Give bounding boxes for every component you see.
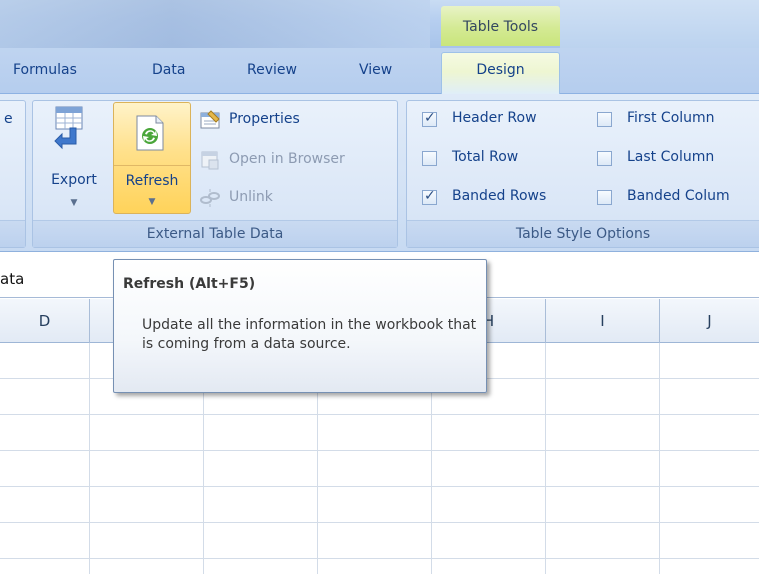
title-bar: Table Tools [0, 0, 759, 48]
table-tools-label: Table Tools [462, 19, 539, 35]
header-row-checkbox[interactable]: ✓ [422, 110, 437, 127]
title-bar-right [560, 0, 759, 48]
checkmark-icon: ✓ [424, 188, 436, 204]
tab-view[interactable]: View [359, 62, 392, 78]
tab-formulas[interactable]: Formulas [13, 62, 77, 78]
last-column-label: Last Column [627, 149, 715, 165]
ribbon-group-previous-footer [0, 220, 25, 247]
export-label: Export [51, 172, 97, 188]
external-table-data-label: External Table Data [33, 220, 397, 247]
tab-review[interactable]: Review [247, 62, 297, 78]
table-tools-context-group: Table Tools [441, 6, 560, 46]
previous-group-cut-label: e [4, 111, 13, 127]
column-header-i[interactable]: I [545, 299, 659, 343]
tab-data[interactable]: Data [152, 62, 185, 78]
last-column-checkbox[interactable] [597, 151, 612, 166]
tab-design[interactable]: Design [441, 52, 560, 95]
tab-design-label: Design [476, 62, 525, 78]
column-header-j[interactable]: J [659, 299, 759, 343]
unlink-icon [200, 189, 220, 207]
open-in-browser-button[interactable]: Open in Browser [199, 149, 394, 173]
export-table-icon [54, 106, 83, 150]
total-row-label: Total Row [452, 149, 519, 165]
name-box[interactable]: ata [0, 270, 24, 288]
banded-columns-checkbox[interactable] [597, 190, 612, 205]
export-button[interactable]: Export ▼ [40, 102, 108, 214]
grid-row-line [0, 414, 759, 415]
open-in-browser-label: Open in Browser [229, 151, 345, 167]
grid-row-line [0, 486, 759, 487]
properties-label: Properties [229, 111, 300, 127]
total-row-checkbox[interactable] [422, 151, 437, 166]
checkmark-icon: ✓ [424, 110, 436, 126]
banded-rows-label: Banded Rows [452, 188, 547, 204]
properties-icon [200, 110, 220, 129]
tooltip-body: Update all the information in the workbo… [142, 317, 477, 352]
first-column-label: First Column [627, 110, 715, 126]
export-dropdown-caret-icon: ▼ [70, 198, 78, 208]
unlink-button[interactable]: Unlink [199, 187, 319, 211]
title-bar-background [0, 0, 430, 48]
header-row-label: Header Row [452, 110, 537, 126]
grid-row-line [0, 522, 759, 523]
refresh-icon [136, 115, 164, 151]
grid-row-line [0, 450, 759, 451]
open-in-browser-icon [201, 151, 219, 170]
grid-row-line [0, 558, 759, 559]
refresh-label: Refresh [125, 173, 179, 189]
properties-button[interactable]: Properties [199, 109, 389, 133]
first-column-checkbox[interactable] [597, 112, 612, 127]
tooltip-title: Refresh (Alt+F5) [123, 276, 256, 292]
column-header-d[interactable]: D [0, 299, 89, 343]
refresh-dropdown-caret-icon[interactable]: ▼ [114, 197, 190, 207]
refresh-tooltip: Refresh (Alt+F5) Update all the informat… [113, 259, 487, 393]
banded-rows-checkbox[interactable]: ✓ [422, 188, 437, 205]
unlink-label: Unlink [229, 189, 273, 205]
refresh-button[interactable]: Refresh ▼ [113, 102, 191, 214]
table-style-options-label: Table Style Options [407, 220, 759, 247]
refresh-split-divider [114, 165, 190, 166]
banded-columns-label: Banded Colum [627, 188, 730, 204]
